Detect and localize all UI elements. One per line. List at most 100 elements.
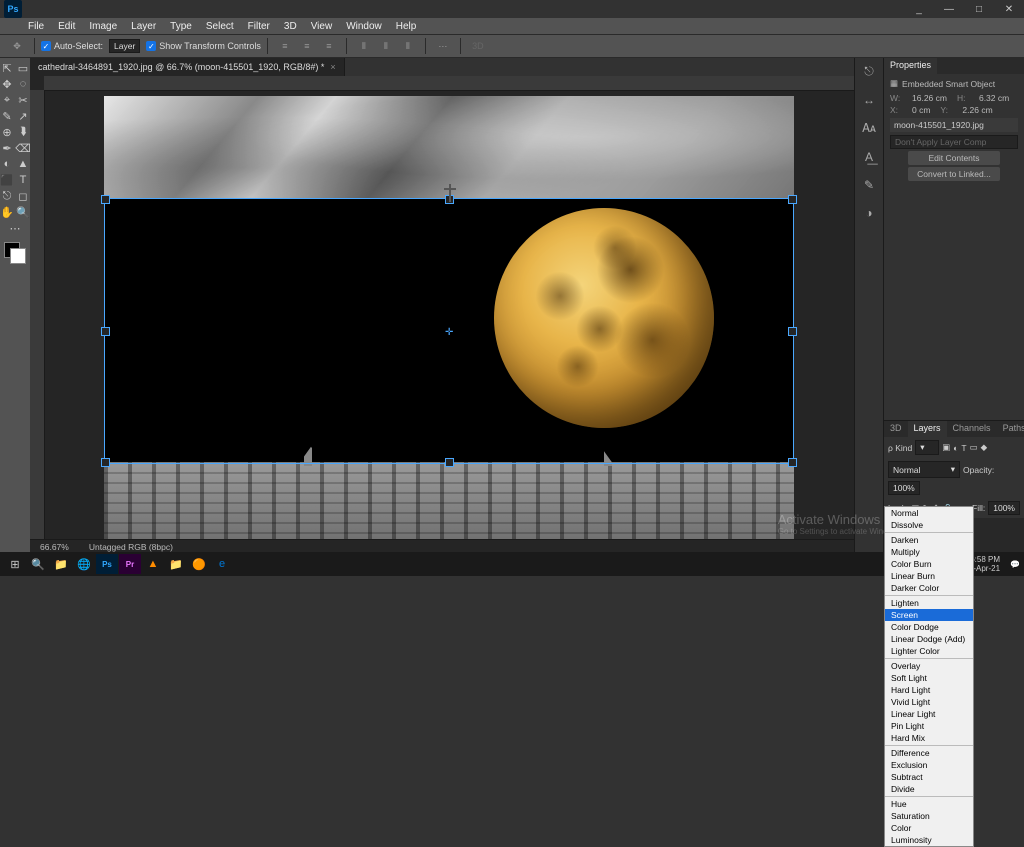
opacity-value[interactable]: 100% [888, 481, 920, 495]
tool[interactable]: ⎋ [0, 189, 14, 203]
blend-option[interactable]: Linear Dodge (Add) [885, 633, 973, 645]
blend-option[interactable]: Overlay [885, 660, 973, 672]
taskbar-app-icon[interactable]: 📁 [165, 554, 187, 574]
3d-mode-icon[interactable]: 3D [468, 37, 488, 55]
edit-contents-button[interactable]: Edit Contents [908, 151, 1000, 165]
taskbar-premiere-icon[interactable]: Pr [119, 554, 141, 574]
distribute-icon[interactable]: ⫴ [354, 37, 374, 55]
blend-option[interactable]: Subtract [885, 771, 973, 783]
blend-mode-select[interactable]: Normal▾ [888, 461, 960, 478]
minimize-button[interactable]: — [934, 0, 964, 18]
tool[interactable]: ⮯ [16, 125, 30, 139]
blend-option[interactable]: Darker Color [885, 582, 973, 594]
menu-image[interactable]: Image [89, 21, 117, 32]
document-image[interactable]: ✛ [104, 96, 794, 539]
tool[interactable]: ◻ [16, 189, 30, 203]
filter-icon[interactable]: ◐ [953, 443, 958, 453]
show-transform-checkbox[interactable] [146, 41, 156, 51]
convert-linked-button[interactable]: Convert to Linked... [908, 167, 1000, 181]
panel-icon[interactable]: ↔ [863, 93, 875, 107]
panel-icon[interactable]: ⎋ [864, 64, 874, 79]
x-value[interactable]: 0 cm [912, 105, 930, 115]
filter-icon[interactable]: T [961, 443, 966, 453]
blend-option[interactable]: Exclusion [885, 759, 973, 771]
menu-view[interactable]: View [311, 21, 333, 32]
tool[interactable]: ⌫ [16, 141, 30, 155]
tab-3d[interactable]: 3D [884, 421, 908, 437]
blend-option[interactable]: Multiply [885, 546, 973, 558]
filter-kind[interactable]: ▾ [915, 440, 939, 455]
blend-option[interactable]: Lighten [885, 597, 973, 609]
blend-option[interactable]: Divide [885, 783, 973, 795]
ruler-horizontal[interactable] [44, 76, 854, 91]
blend-option[interactable]: Soft Light [885, 672, 973, 684]
blend-option[interactable]: Color [885, 822, 973, 834]
blend-option[interactable]: Normal [885, 507, 973, 519]
blend-option[interactable]: Hard Mix [885, 732, 973, 744]
menu-type[interactable]: Type [170, 21, 192, 32]
blend-option[interactable]: Color Dodge [885, 621, 973, 633]
blend-option[interactable]: Dissolve [885, 519, 973, 531]
taskbar-explorer-icon[interactable]: 📁 [50, 554, 72, 574]
menu-edit[interactable]: Edit [58, 21, 75, 32]
tool[interactable]: ↗ [16, 109, 30, 123]
tab-channels[interactable]: Channels [947, 421, 997, 437]
document-tab[interactable]: cathedral-3464891_1920.jpg @ 66.7% (moon… [30, 58, 345, 76]
menu-layer[interactable]: Layer [131, 21, 156, 32]
document-info[interactable]: Untagged RGB (8bpc) [89, 542, 173, 552]
panel-icon[interactable]: ◑ [865, 206, 872, 220]
tool[interactable]: ✒ [0, 141, 14, 155]
tool[interactable]: ▲ [16, 157, 30, 171]
tab-layers[interactable]: Layers [908, 421, 947, 437]
ruler-vertical[interactable] [30, 90, 45, 539]
align-icon[interactable]: ≡ [275, 37, 295, 55]
align-icon[interactable]: ≡ [319, 37, 339, 55]
menu-help[interactable]: Help [396, 21, 417, 32]
blend-option[interactable]: Linear Light [885, 708, 973, 720]
distribute-icon[interactable]: ⫴ [398, 37, 418, 55]
menu-file[interactable]: File [28, 21, 44, 32]
taskbar-edge-icon[interactable]: e [211, 554, 233, 574]
filter-icon[interactable]: ▣ [942, 442, 950, 453]
filter-icon[interactable]: ◆ [981, 442, 988, 453]
blend-mode-dropdown[interactable]: Normal Dissolve Darken Multiply Color Bu… [884, 506, 974, 847]
y-value[interactable]: 2.26 cm [962, 105, 992, 115]
tab-properties[interactable]: Properties [884, 58, 937, 74]
width-value[interactable]: 16.26 cm [912, 93, 947, 103]
blend-option[interactable]: Lighter Color [885, 645, 973, 657]
start-button[interactable]: ⊞ [4, 554, 26, 574]
blend-option[interactable]: Color Burn [885, 558, 973, 570]
tool[interactable]: ⬛ [0, 173, 14, 187]
auto-select-mode[interactable]: Layer [109, 39, 140, 53]
blend-option[interactable]: Darken [885, 534, 973, 546]
notifications-icon[interactable]: 💬 [1010, 560, 1020, 569]
distribute-icon[interactable]: ⫴ [376, 37, 396, 55]
tool[interactable]: ✂ [16, 93, 30, 107]
tool[interactable]: T [16, 173, 30, 187]
height-value[interactable]: 6.32 cm [979, 93, 1009, 103]
taskbar-vlc-icon[interactable]: ▲ [142, 554, 164, 574]
tool[interactable]: ⊕ [0, 125, 14, 139]
panel-icon[interactable]: 🗛 [862, 121, 876, 136]
blend-option[interactable]: Linear Burn [885, 570, 973, 582]
close-tab-icon[interactable]: × [330, 62, 335, 72]
panel-icon[interactable]: A͟ [865, 150, 873, 164]
align-icon[interactable]: ≡ [297, 37, 317, 55]
blend-option[interactable]: Saturation [885, 810, 973, 822]
tool[interactable]: ⌖ [0, 93, 14, 107]
tool[interactable]: ✋ [0, 205, 14, 219]
tab-paths[interactable]: Paths [997, 421, 1024, 437]
blend-option[interactable]: Hard Light [885, 684, 973, 696]
taskbar-app-icon[interactable]: 🟠 [188, 554, 210, 574]
tool[interactable]: ⇱ [0, 61, 14, 75]
zoom-level[interactable]: 66.67% [40, 542, 69, 552]
blend-option[interactable]: Luminosity [885, 834, 973, 846]
taskbar-photoshop-icon[interactable]: Ps [96, 554, 118, 574]
taskbar-search-icon[interactable]: 🔍 [27, 554, 49, 574]
menu-window[interactable]: Window [346, 21, 382, 32]
blend-option-screen[interactable]: Screen [885, 609, 973, 621]
blend-option[interactable]: Vivid Light [885, 696, 973, 708]
blend-option[interactable]: Pin Light [885, 720, 973, 732]
auto-select-checkbox[interactable] [41, 41, 51, 51]
filter-icon[interactable]: ▭ [970, 442, 978, 453]
